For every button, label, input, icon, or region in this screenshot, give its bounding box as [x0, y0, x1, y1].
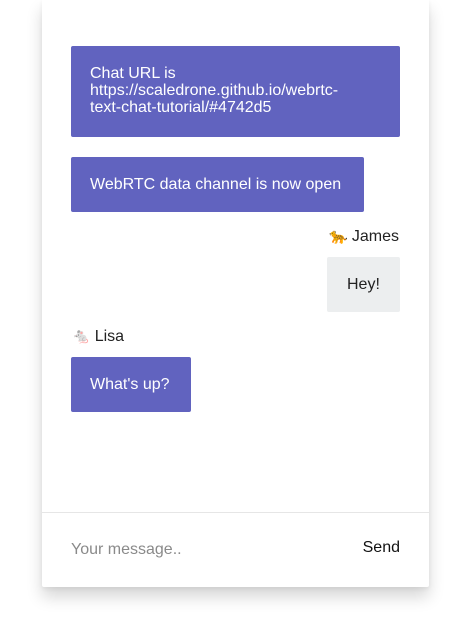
- sender-name: James: [351, 228, 399, 245]
- message-text: What's up?: [90, 376, 170, 393]
- leopard-avatar-icon: 🐆: [329, 228, 348, 245]
- message-bubble-james: Hey!: [327, 257, 400, 312]
- system-message-chat-url: Chat URL is https://scaledrone.github.io…: [71, 46, 400, 137]
- message-bubble-lisa: What's up?: [71, 357, 191, 412]
- chat-url-link: https://scaledrone.github.io/webrtc-: [90, 82, 339, 99]
- chat-window: Chat URL is https://scaledrone.github.io…: [42, 0, 429, 587]
- message-text: WebRTC data channel is now open: [90, 176, 342, 193]
- message-text-line: text-chat-tutorial/#4742d5: [90, 99, 272, 116]
- system-message-channel-open: WebRTC data channel is now open: [71, 157, 364, 212]
- send-button[interactable]: Send: [363, 539, 400, 557]
- message-text: Hey!: [347, 276, 380, 293]
- sender-label-james: 🐆 James: [329, 227, 399, 246]
- sender-name: Lisa: [94, 328, 125, 345]
- message-text-line: Chat URL is: [90, 65, 176, 82]
- sender-label-lisa: 🐁 Lisa: [72, 327, 124, 346]
- mouse-avatar-icon: 🐁: [72, 328, 91, 345]
- message-input[interactable]: [71, 539, 331, 561]
- message-composer: Send: [42, 512, 429, 587]
- message-list: Chat URL is https://scaledrone.github.io…: [42, 0, 429, 512]
